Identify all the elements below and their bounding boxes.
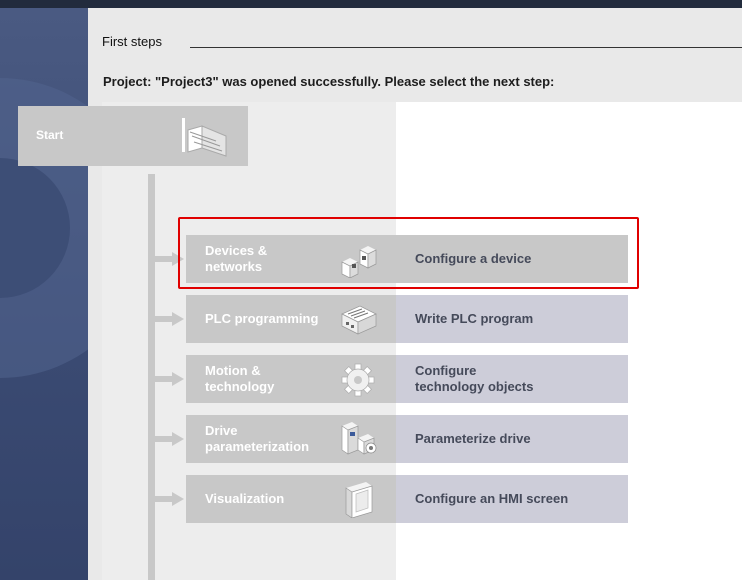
- portal-button-drive-parameterization[interactable]: Drive parameterization: [186, 415, 396, 463]
- portal-button-motion-technology[interactable]: Motion & technology: [186, 355, 396, 403]
- section-title: First steps: [102, 34, 170, 49]
- action-button-configure-technology-objects[interactable]: Configure technology objects: [396, 355, 628, 403]
- portal-row-plc-programming: PLC programming Write PLC program: [186, 295, 628, 343]
- portal-row-motion-technology: Motion & technology Configure technology…: [186, 355, 628, 403]
- action-button-configure-hmi-screen[interactable]: Configure an HMI screen: [396, 475, 628, 523]
- portal-row-drive-parameterization: Drive parameterization Parameterize driv…: [186, 415, 628, 463]
- action-button-write-plc-program[interactable]: Write PLC program: [396, 295, 628, 343]
- drive-parameterization-icon: [341, 422, 377, 455]
- visualization-icon: [345, 482, 373, 518]
- portal-label-line1: Drive: [205, 423, 238, 438]
- flow-connector: [148, 174, 155, 580]
- portal-button-plc-programming[interactable]: PLC programming: [186, 295, 396, 343]
- flow-arrow: [155, 372, 186, 386]
- top-bar: [0, 0, 742, 8]
- action-label: Write PLC program: [415, 311, 534, 326]
- section-header: First steps: [102, 34, 742, 54]
- portal-label-line1: Motion &: [205, 363, 261, 378]
- portal-row-visualization: Visualization Configure an HMI screen: [186, 475, 628, 523]
- header-divider: [190, 47, 742, 48]
- portal-label-line2: technology: [205, 379, 275, 394]
- start-icon: [182, 118, 227, 157]
- project-status-text: Project: "Project3" was opened successfu…: [103, 74, 555, 89]
- portal-button-visualization[interactable]: Visualization: [186, 475, 396, 523]
- portal-side-panel: [0, 8, 88, 580]
- start-label: Start: [36, 128, 64, 142]
- action-label-line2: technology objects: [415, 379, 534, 394]
- motion-technology-icon: [341, 363, 375, 397]
- portal-label: Visualization: [205, 491, 285, 506]
- portal-label-line2: parameterization: [205, 439, 310, 454]
- action-button-parameterize-drive[interactable]: Parameterize drive: [396, 415, 628, 463]
- flow-arrow: [155, 492, 186, 506]
- flow-arrow: [155, 312, 186, 326]
- flow-arrow: [155, 432, 186, 446]
- plc-programming-icon: [341, 305, 377, 335]
- action-label-line1: Configure: [415, 363, 477, 378]
- selection-highlight-frame: [178, 217, 639, 289]
- portal-label: PLC programming: [205, 311, 319, 326]
- action-label: Configure an HMI screen: [415, 491, 569, 506]
- action-label: Parameterize drive: [415, 431, 531, 446]
- start-portal-button[interactable]: Start: [18, 106, 248, 166]
